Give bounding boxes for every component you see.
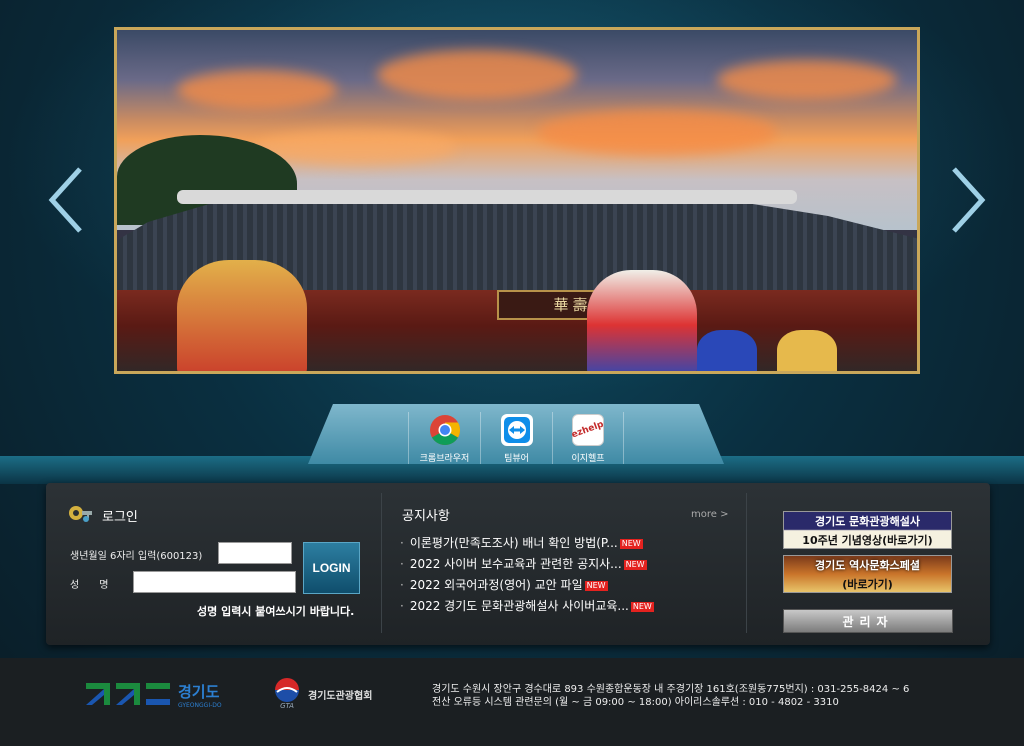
banner-line: 경기도 문화관광해설사 bbox=[814, 515, 921, 528]
gta-logo[interactable]: GTA 경기도관광협회 bbox=[272, 678, 372, 710]
gta-abbr: GTA bbox=[280, 702, 294, 710]
notice-title: 공지사항 bbox=[402, 509, 450, 524]
notice-item[interactable]: · 2022 사이버 보수교육과 관련한 공지사... NEW bbox=[400, 554, 730, 575]
gta-name: 경기도관광협회 bbox=[308, 690, 373, 702]
slide-image-palace-performance: 華壽堂 bbox=[117, 30, 917, 371]
gyeonggi-logo-mark-icon bbox=[86, 683, 170, 705]
quick-links: 크롬브라우저 팀뷰어 ezhelp 이지헬프 bbox=[408, 412, 624, 464]
quick-link-label: 이지헬프 bbox=[571, 454, 605, 464]
footer-address: 경기도 수원시 장안구 경수대로 893 수원종합운동장 내 주경기장 161호… bbox=[432, 683, 909, 709]
name-label: 성 명 bbox=[70, 580, 109, 591]
chrome-icon bbox=[429, 414, 461, 446]
notice-item-text: 이론평가(만족도조사) 배너 확인 방법(P... bbox=[409, 536, 618, 550]
new-badge: NEW bbox=[584, 580, 608, 591]
login-title: 로그인 bbox=[102, 509, 138, 525]
new-badge: NEW bbox=[619, 538, 643, 549]
notice-list: · 이론평가(만족도조사) 배너 확인 방법(P... NEW · 2022 사이버 … bbox=[400, 533, 730, 617]
name-input[interactable] bbox=[133, 571, 296, 593]
gyeonggi-logo-subtext: GYEONGGI-DO bbox=[178, 702, 222, 709]
new-badge: NEW bbox=[623, 559, 647, 570]
notice-item-text: 2022 경기도 문화관광해설사 사이버교육... bbox=[409, 599, 629, 613]
teamviewer-icon bbox=[500, 414, 533, 446]
notice-more-link[interactable]: more > bbox=[691, 509, 728, 520]
banner-10th-anniversary-video[interactable]: 경기도 문화관광해설사 10주년 기념영상(바로가기) bbox=[783, 511, 952, 549]
notice-item[interactable]: · 이론평가(만족도조사) 배너 확인 방법(P... NEW bbox=[400, 533, 730, 554]
quick-link-teamviewer[interactable]: 팀뷰어 bbox=[480, 412, 552, 464]
notice-item[interactable]: · 2022 경기도 문화관광해설사 사이버교육... NEW bbox=[400, 596, 730, 617]
banner-line: 10주년 기념영상(바로가기) bbox=[802, 534, 933, 547]
quick-link-chrome[interactable]: 크롬브라우저 bbox=[408, 412, 480, 464]
login-header: 로그인 bbox=[68, 503, 138, 527]
login-button[interactable]: LOGIN bbox=[303, 542, 360, 594]
birth-date-input[interactable] bbox=[218, 542, 292, 564]
prev-slide-arrow-icon[interactable] bbox=[46, 165, 86, 235]
panel-divider bbox=[746, 493, 747, 633]
gyeonggi-logo-text: 경기도 bbox=[178, 683, 220, 701]
banner-line: 경기도 역사문화스페셜 bbox=[814, 559, 921, 572]
support-line: 전산 오류등 시스템 관련문의 (월 ~ 금 09:00 ~ 18:00) 아이… bbox=[432, 697, 839, 708]
admin-button[interactable]: 관리자 bbox=[783, 609, 953, 633]
address-line: 경기도 수원시 장안구 경수대로 893 수원종합운동장 내 주경기장 161호… bbox=[432, 684, 910, 695]
quick-link-label: 크롬브라우저 bbox=[419, 454, 470, 464]
quick-link-ezhelp[interactable]: ezhelp 이지헬프 bbox=[552, 412, 624, 464]
banner-line: (바로가기) bbox=[842, 578, 893, 591]
gta-taeguk-icon bbox=[275, 678, 299, 702]
content-panel: 로그인 생년월일 6자리 입력(600123) 성 명 LOGIN 성명 입력시… bbox=[46, 483, 990, 645]
key-icon bbox=[68, 503, 94, 527]
ezhelp-icon-text: ezhelp bbox=[570, 419, 606, 441]
gyeonggi-do-logo[interactable]: 경기도 GYEONGGI-DO bbox=[86, 679, 222, 711]
main-slider[interactable]: 華壽堂 bbox=[114, 27, 920, 374]
panel-divider bbox=[381, 493, 382, 633]
notice-item[interactable]: · 2022 외국어과정(영어) 교안 파일 NEW bbox=[400, 575, 730, 596]
ezhelp-icon: ezhelp bbox=[570, 414, 606, 446]
new-badge: NEW bbox=[630, 601, 654, 612]
notice-item-text: 2022 사이버 보수교육과 관련한 공지사... bbox=[409, 557, 622, 571]
quick-link-label: 팀뷰어 bbox=[504, 454, 529, 464]
next-slide-arrow-icon[interactable] bbox=[948, 165, 988, 235]
birth-label: 생년월일 6자리 입력(600123) bbox=[70, 551, 203, 562]
banner-history-culture-special[interactable]: 경기도 역사문화스페셜 (바로가기) bbox=[783, 555, 952, 593]
login-note: 성명 입력시 붙여쓰시기 바랍니다. bbox=[197, 605, 355, 618]
footer: 경기도 GYEONGGI-DO GTA 경기도관광협회 경기도 수원시 장안구 … bbox=[0, 658, 1024, 746]
notice-item-text: 2022 외국어과정(영어) 교안 파일 bbox=[409, 578, 583, 592]
